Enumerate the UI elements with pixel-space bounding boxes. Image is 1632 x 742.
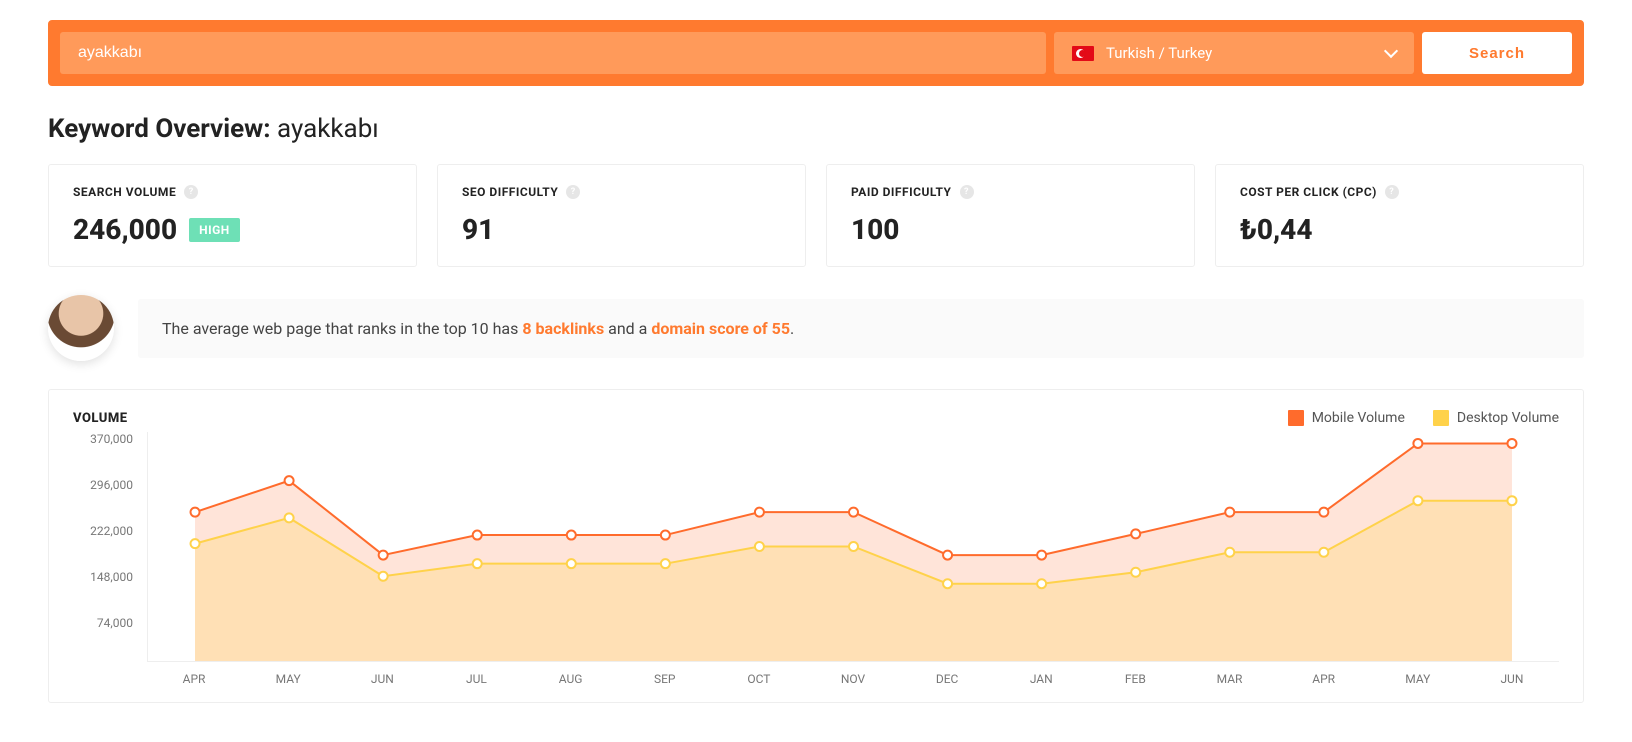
x-tick: MAY: [1371, 666, 1465, 692]
badge-high: HIGH: [189, 218, 240, 242]
plot-area: [147, 432, 1559, 662]
metric-value: 91: [462, 213, 494, 246]
chart-title: VOLUME: [73, 411, 128, 426]
metric-search-volume: SEARCH VOLUME ? 246,000 HIGH: [48, 164, 417, 267]
x-tick: APR: [1277, 666, 1371, 692]
info-icon[interactable]: ?: [960, 185, 974, 199]
chevron-down-icon: [1384, 44, 1398, 58]
title-prefix: Keyword Overview:: [48, 114, 277, 144]
avatar: [48, 295, 114, 361]
x-axis: APRMAYJUNJULAUGSEPOCTNOVDECJANFEBMARAPRM…: [147, 666, 1559, 692]
x-tick: JAN: [994, 666, 1088, 692]
x-tick: MAR: [1182, 666, 1276, 692]
insight-fragment: .: [790, 319, 794, 338]
x-tick: MAY: [241, 666, 335, 692]
metric-label: COST PER CLICK (CPC): [1240, 185, 1377, 199]
metric-label: SEO DIFFICULTY: [462, 185, 558, 199]
y-tick: 222,000: [73, 524, 133, 538]
legend-label: Mobile Volume: [1312, 410, 1405, 426]
insight-text: The average web page that ranks in the t…: [138, 299, 1584, 358]
x-tick: JUN: [1465, 666, 1559, 692]
insight-fragment: and a: [604, 319, 651, 338]
x-tick: APR: [147, 666, 241, 692]
flag-turkey-icon: [1072, 46, 1094, 61]
language-label: Turkish / Turkey: [1106, 44, 1212, 62]
x-tick: JUL: [429, 666, 523, 692]
metric-paid-difficulty: PAID DIFFICULTY ? 100: [826, 164, 1195, 267]
y-axis: 370,000 296,000 222,000 148,000 74,000: [73, 432, 139, 662]
search-bar: Turkish / Turkey Search: [48, 20, 1584, 86]
y-tick: 370,000: [73, 432, 133, 446]
legend-mobile: Mobile Volume: [1288, 410, 1405, 426]
title-keyword: ayakkabı: [277, 114, 379, 144]
metric-value: ₺0,44: [1240, 213, 1312, 246]
x-tick: FEB: [1088, 666, 1182, 692]
metric-value: 100: [851, 213, 899, 246]
metric-label: SEARCH VOLUME: [73, 185, 176, 199]
x-tick: DEC: [900, 666, 994, 692]
insight-domain-score: domain score of 55: [651, 319, 790, 338]
metric-label: PAID DIFFICULTY: [851, 185, 952, 199]
x-tick: OCT: [712, 666, 806, 692]
chart-area: 370,000296,000222,000148,00074,000 APRMA…: [73, 432, 1559, 692]
volume-chart-panel: VOLUME Mobile Volume Desktop Volume 370,…: [48, 389, 1584, 703]
legend-swatch-icon: [1433, 410, 1449, 426]
x-tick: NOV: [806, 666, 900, 692]
chart-legend: Mobile Volume Desktop Volume: [1288, 410, 1559, 426]
x-tick: SEP: [618, 666, 712, 692]
y-tick: 296,000: [73, 478, 133, 492]
insight-row: The average web page that ranks in the t…: [48, 295, 1584, 361]
volume-chart: [148, 432, 1559, 661]
info-icon[interactable]: ?: [566, 185, 580, 199]
metrics-row: SEARCH VOLUME ? 246,000 HIGH SEO DIFFICU…: [48, 164, 1584, 267]
info-icon[interactable]: ?: [1385, 185, 1399, 199]
y-tick: 74,000: [73, 616, 133, 630]
y-tick: 148,000: [73, 570, 133, 584]
info-icon[interactable]: ?: [184, 185, 198, 199]
x-tick: AUG: [524, 666, 618, 692]
metric-value: 246,000: [73, 213, 177, 246]
legend-desktop: Desktop Volume: [1433, 410, 1559, 426]
x-tick: JUN: [335, 666, 429, 692]
search-button[interactable]: Search: [1422, 32, 1572, 74]
page-title: Keyword Overview: ayakkabı: [48, 114, 1584, 144]
language-select[interactable]: Turkish / Turkey: [1054, 32, 1414, 74]
insight-fragment: The average web page that ranks in the t…: [162, 319, 522, 338]
metric-cpc: COST PER CLICK (CPC) ? ₺0,44: [1215, 164, 1584, 267]
keyword-search-input[interactable]: [60, 32, 1046, 74]
legend-swatch-icon: [1288, 410, 1304, 426]
insight-backlinks: 8 backlinks: [522, 319, 604, 338]
metric-seo-difficulty: SEO DIFFICULTY ? 91: [437, 164, 806, 267]
legend-label: Desktop Volume: [1457, 410, 1559, 426]
